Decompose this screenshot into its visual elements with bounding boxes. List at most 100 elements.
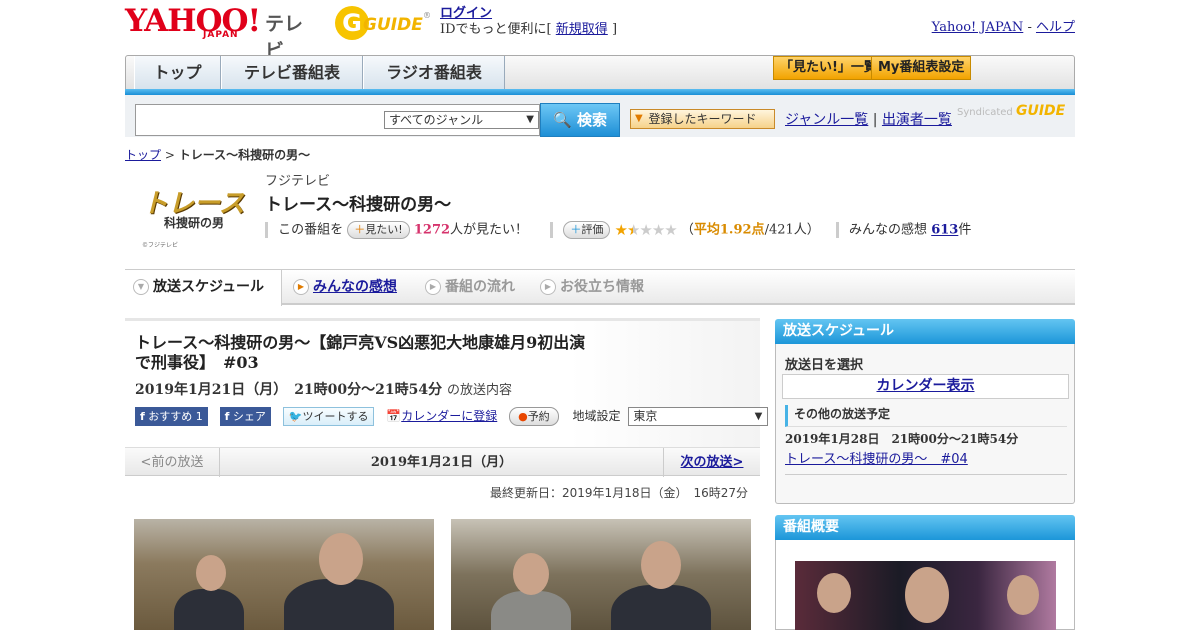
- rating-suffix: /421人）: [764, 222, 820, 238]
- last-updated: 最終更新日：2019年1月18日（金） 16時27分: [490, 486, 748, 500]
- syndicated-gguide: Syndicated GUIDE: [957, 103, 1065, 119]
- photo-figure: [611, 585, 711, 630]
- signup-link[interactable]: 新規取得: [556, 22, 608, 37]
- plus-icon: ＋: [570, 223, 582, 236]
- gguide-logo-text: GUIDE: [363, 15, 423, 35]
- login-area: ログイン IDでもっと便利に[ 新規取得 ]: [440, 6, 617, 38]
- registered-keyword-button[interactable]: ▼ 登録したキーワード: [630, 109, 775, 129]
- rating-average: 平均1.92点: [693, 222, 765, 238]
- tab-radio-schedule[interactable]: ラジオ番組表: [363, 56, 505, 90]
- want-button-label: 見たい!: [365, 223, 403, 236]
- review-count-link[interactable]: 613: [931, 223, 958, 238]
- rating-button[interactable]: ＋評価: [563, 221, 611, 239]
- breadcrumb: トップ > トレース～科捜研の男～: [125, 146, 310, 163]
- rating-prefix: （: [680, 222, 694, 238]
- login-link[interactable]: ログイン: [440, 6, 492, 21]
- program-poster: [795, 561, 1056, 630]
- facebook-share-button[interactable]: f シェア: [219, 407, 271, 426]
- photo-figure: [491, 591, 571, 630]
- program-logo-copyright: ©フジテレビ: [142, 242, 179, 249]
- reserve-label: 予約: [527, 410, 550, 423]
- current-broadcast-date: 2019年1月21日（月）: [370, 455, 513, 470]
- registered-keyword-label: 登録したキーワード: [648, 112, 757, 126]
- breadcrumb-top-link[interactable]: トップ: [125, 148, 161, 162]
- review-suffix: 件: [958, 222, 972, 238]
- breadcrumb-separator: >: [164, 148, 175, 162]
- search-button[interactable]: 🔍 検索: [540, 103, 620, 137]
- broadcast-pager: <前の放送 2019年1月21日（月） 次の放送>: [125, 447, 760, 477]
- stat-divider: [835, 222, 839, 238]
- program-subtabs: ▼ 放送スケジュール ▶ みんなの感想 ▶ 番組の流れ ▶ お役立ち情報: [125, 269, 1075, 306]
- genre-selected-value: すべてのジャンル: [389, 113, 484, 127]
- facebook-recommend-label: おすすめ 1: [148, 410, 203, 423]
- yahoo-tv-logo[interactable]: YAHOO! JAPAN テレビ: [125, 6, 320, 63]
- photo-figure: [174, 589, 244, 630]
- my-schedule-button[interactable]: My番組表設定: [871, 56, 972, 80]
- schedule-sidebar-header: 放送スケジュール: [775, 319, 1075, 344]
- poster-face: [817, 573, 851, 613]
- calendar-button[interactable]: カレンダー表示: [782, 374, 1069, 399]
- want-button[interactable]: ＋見たい!: [347, 221, 410, 239]
- facebook-share-label: シェア: [232, 410, 266, 423]
- program-logo-sub: 科捜研の男: [164, 216, 225, 230]
- calendar-button-link[interactable]: カレンダー表示: [877, 378, 975, 394]
- overview-sidebar: [775, 540, 1075, 630]
- performer-list-link[interactable]: 出演者一覧: [882, 112, 952, 128]
- tweet-button[interactable]: 🐦ツイートする: [282, 407, 375, 426]
- episode-panel: トレース～科捜研の男～【錦戸亮VS凶悪犯大地康雄月9初出演で刑事役】 #03 2…: [125, 318, 769, 448]
- search-links: ジャンル一覧 | 出演者一覧: [785, 109, 952, 129]
- plus-icon: ＋: [354, 223, 366, 236]
- divider: [785, 474, 1067, 475]
- review-prefix: みんなの感想: [849, 222, 928, 238]
- schedule-sidebar: 放送日を選択 カレンダー表示 その他の放送予定 2019年1月28日 21時00…: [775, 344, 1075, 504]
- rating-button-label: 評価: [581, 223, 604, 236]
- want-list-button[interactable]: 「見たい!」一覧: [773, 56, 884, 80]
- registered-icon: ®: [423, 11, 431, 20]
- subtab-reviews-link[interactable]: みんなの感想: [313, 279, 397, 295]
- photo-figure: [284, 579, 394, 630]
- search-row: すべてのジャンル ▼ 🔍 検索 ▼ 登録したキーワード ジャンル一覧 | 出演者…: [125, 95, 1075, 137]
- chevron-right-icon: ▶: [425, 279, 441, 295]
- episode-date: 2019年1月21日（月） 21時00分～21時54分 の放送内容: [135, 379, 512, 399]
- search-links-divider: |: [872, 112, 878, 128]
- subtab-info[interactable]: ▶ お役立ち情報: [532, 270, 672, 304]
- login-message-post: ]: [611, 22, 618, 37]
- calendar-register-link[interactable]: カレンダーに登録: [401, 409, 497, 423]
- stat-divider: [265, 222, 268, 238]
- want-count: 1272: [413, 222, 451, 238]
- yahoo-japan-link[interactable]: Yahoo! JAPAN: [932, 20, 1024, 35]
- subtab-schedule[interactable]: ▼ 放送スケジュール: [125, 270, 282, 306]
- reserve-button[interactable]: ●予約: [509, 407, 559, 426]
- genre-select[interactable]: すべてのジャンル ▼: [384, 111, 539, 129]
- chevron-down-icon: ▼: [133, 279, 149, 295]
- social-row: f おすすめ 1 f シェア 🐦ツイートする 📅カレンダーに登録 ●予約 地域設…: [135, 407, 769, 429]
- subtab-flow-label: 番組の流れ: [445, 279, 515, 295]
- subtab-reviews[interactable]: ▶ みんなの感想: [285, 270, 420, 304]
- subtab-flow[interactable]: ▶ 番組の流れ: [417, 270, 532, 304]
- prev-broadcast: <前の放送: [125, 448, 220, 477]
- tweet-label: ツイートする: [302, 410, 369, 423]
- twitter-icon: 🐦: [288, 410, 303, 423]
- episode-title: トレース～科捜研の男～【錦戸亮VS凶悪犯大地康雄月9初出演で刑事役】 #03: [135, 333, 586, 372]
- program-logo: トレース 科捜研の男 ©フジテレビ: [142, 190, 252, 249]
- tab-top[interactable]: トップ: [134, 56, 221, 90]
- channel-name: フジテレビ: [265, 174, 331, 189]
- other-schedule-label: その他の放送予定: [785, 405, 1067, 427]
- breadcrumb-current: トレース～科捜研の男～: [178, 148, 311, 162]
- genre-list-link[interactable]: ジャンル一覧: [785, 112, 868, 128]
- program-title: トレース～科捜研の男～: [265, 195, 452, 215]
- search-button-label: 検索: [576, 111, 607, 129]
- help-link[interactable]: ヘルプ: [1036, 20, 1075, 35]
- region-select[interactable]: 東京 ▼: [628, 407, 769, 426]
- tab-tv-schedule[interactable]: テレビ番組表: [221, 56, 363, 90]
- other-schedule-link[interactable]: トレース～科捜研の男～ #04: [785, 448, 968, 467]
- chevron-right-icon: ▶: [293, 279, 309, 295]
- next-broadcast-link[interactable]: 次の放送>: [681, 455, 744, 470]
- facebook-recommend-button[interactable]: f おすすめ 1: [135, 407, 208, 426]
- search-icon: 🔍: [553, 111, 572, 129]
- rating-stars: ★★★★★: [614, 221, 677, 239]
- overview-sidebar-header: 番組概要: [775, 515, 1075, 540]
- poster-face: [905, 567, 949, 623]
- dropdown-arrow-icon: ▼: [754, 411, 763, 422]
- top-links-separator: -: [1027, 20, 1032, 35]
